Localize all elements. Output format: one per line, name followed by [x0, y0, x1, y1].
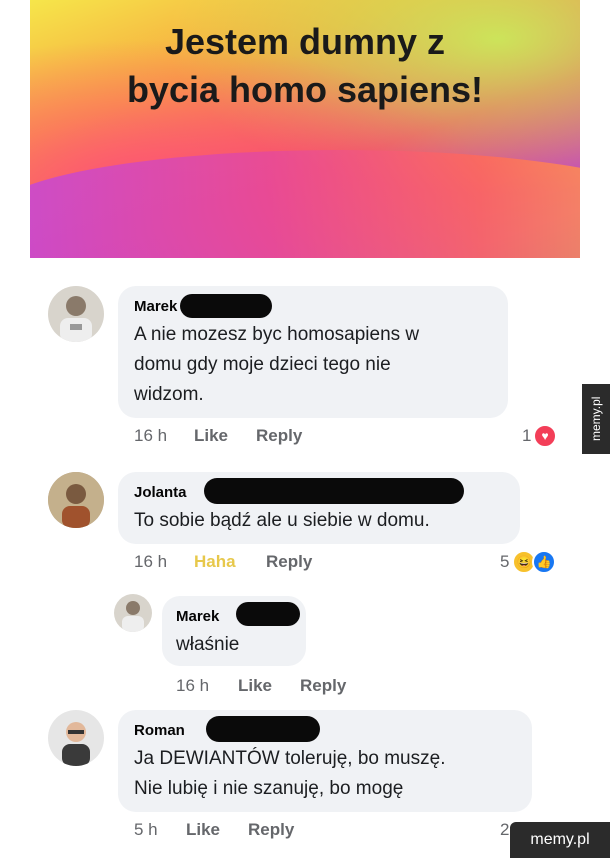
reply-button[interactable]: Reply — [256, 426, 302, 446]
person-icon — [48, 472, 104, 528]
comment-time[interactable]: 16 h — [176, 676, 209, 696]
comment-time[interactable]: 16 h — [134, 552, 167, 572]
like-button[interactable]: Like — [194, 426, 228, 446]
like-reaction-icon[interactable]: 👍 — [532, 550, 556, 574]
person-icon — [60, 296, 92, 342]
haha-button[interactable]: Haha — [194, 552, 236, 572]
comment-line: właśnie — [176, 634, 240, 655]
commenter-name[interactable]: Marek — [176, 608, 219, 625]
redaction-bar — [204, 478, 464, 504]
comment-line: Ja DEWIANTÓW toleruję, bo muszę. — [134, 748, 446, 769]
comment-text: A nie mozesz byc homosapiens w domu gdy … — [134, 320, 419, 410]
commenter-name[interactable]: Roman — [134, 722, 185, 739]
post-image[interactable]: Jestem dumny z bycia homo sapiens! — [30, 0, 580, 258]
reaction-count[interactable]: 1 — [522, 426, 531, 446]
reply-button[interactable]: Reply — [248, 820, 294, 840]
redaction-bar — [236, 602, 300, 626]
like-button[interactable]: Like — [186, 820, 220, 840]
commenter-name[interactable]: Jolanta — [134, 484, 187, 501]
reply-button[interactable]: Reply — [266, 552, 312, 572]
avatar-marek[interactable] — [48, 286, 104, 342]
watermark-side: memy.pl — [582, 384, 610, 454]
love-reaction-icon[interactable]: ♥ — [533, 424, 557, 448]
avatar-roman[interactable] — [48, 710, 104, 766]
redaction-bar — [180, 294, 272, 318]
post-title-line-1: Jestem dumny z — [164, 21, 446, 62]
comment-line: widzom. — [134, 384, 204, 405]
watermark-bottom: memy.pl — [510, 822, 610, 858]
reaction-count[interactable]: 5 — [500, 552, 509, 572]
comment-time[interactable]: 16 h — [134, 426, 167, 446]
comment-text: właśnie — [176, 630, 239, 660]
avatar-jolanta[interactable] — [48, 472, 104, 528]
comment-text: Ja DEWIANTÓW toleruję, bo muszę. Nie lub… — [134, 744, 445, 804]
avatar-marek-reply[interactable] — [114, 594, 152, 632]
reaction-count[interactable]: 2 — [500, 820, 509, 840]
comment-line: domu gdy moje dzieci tego nie — [134, 354, 391, 375]
person-icon — [62, 722, 90, 766]
post-title-line-2: bycia homo sapiens! — [126, 69, 484, 110]
gradient-band — [30, 150, 580, 258]
post-title: Jestem dumny z bycia homo sapiens! — [30, 18, 580, 114]
redaction-bar — [206, 716, 320, 742]
comment-line: To sobie bądź ale u siebie w domu. — [134, 510, 430, 531]
comment-line: Nie lubię i nie szanuję, bo mogę — [134, 778, 404, 799]
comment-line: A nie mozesz byc homosapiens w — [134, 324, 420, 345]
like-button[interactable]: Like — [238, 676, 272, 696]
commenter-name[interactable]: Marek — [134, 298, 177, 315]
comment-text: To sobie bądź ale u siebie w domu. — [134, 506, 430, 536]
reply-button[interactable]: Reply — [300, 676, 346, 696]
comment-time[interactable]: 5 h — [134, 820, 158, 840]
person-icon — [122, 601, 144, 632]
